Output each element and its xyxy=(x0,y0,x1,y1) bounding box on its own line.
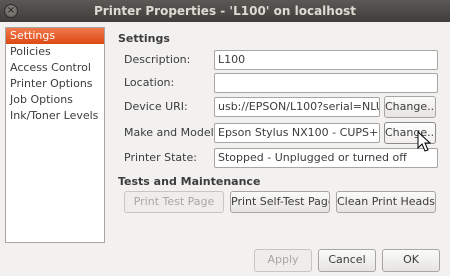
window-title: Printer Properties - 'L100' on localhost xyxy=(94,4,356,18)
tests-maintenance-heading: Tests and Maintenance xyxy=(118,175,261,188)
ok-button[interactable]: OK xyxy=(382,249,440,272)
print-test-page-button[interactable]: Print Test Page xyxy=(124,191,224,213)
device-uri-label: Device URI: xyxy=(124,100,188,113)
description-label: Description: xyxy=(124,53,191,66)
cancel-button[interactable]: Cancel xyxy=(318,249,376,272)
print-self-test-page-button[interactable]: Print Self-Test Page xyxy=(230,191,330,213)
settings-heading: Settings xyxy=(118,32,170,45)
sidebar-list: Settings Policies Access Control Printer… xyxy=(5,27,105,243)
sidebar-item-job-options[interactable]: Job Options xyxy=(6,92,104,108)
device-uri-change-button[interactable]: Change... xyxy=(384,96,436,118)
description-field[interactable]: L100 xyxy=(214,50,438,70)
printer-state-label: Printer State: xyxy=(124,151,197,164)
make-model-label: Make and Model: xyxy=(124,126,218,139)
mouse-pointer-icon xyxy=(417,131,432,152)
location-field[interactable] xyxy=(214,73,438,93)
sidebar-item-settings[interactable]: Settings xyxy=(6,28,104,44)
sidebar-item-printer-options[interactable]: Printer Options xyxy=(6,76,104,92)
make-model-field[interactable]: Epson Stylus NX100 - CUPS+Guten xyxy=(214,123,380,143)
device-uri-field[interactable]: usb://EPSON/L100?serial=NLUK0 xyxy=(214,97,380,117)
clean-print-heads-button[interactable]: Clean Print Heads xyxy=(336,191,436,213)
apply-button[interactable]: Apply xyxy=(254,249,312,272)
window-titlebar: × Printer Properties - 'L100' on localho… xyxy=(0,0,450,22)
sidebar-item-ink-toner-levels[interactable]: Ink/Toner Levels xyxy=(6,108,104,124)
location-label: Location: xyxy=(124,76,175,89)
printer-state-field: Stopped - Unplugged or turned off xyxy=(214,148,438,168)
sidebar-item-policies[interactable]: Policies xyxy=(6,44,104,60)
sidebar-item-access-control[interactable]: Access Control xyxy=(6,60,104,76)
